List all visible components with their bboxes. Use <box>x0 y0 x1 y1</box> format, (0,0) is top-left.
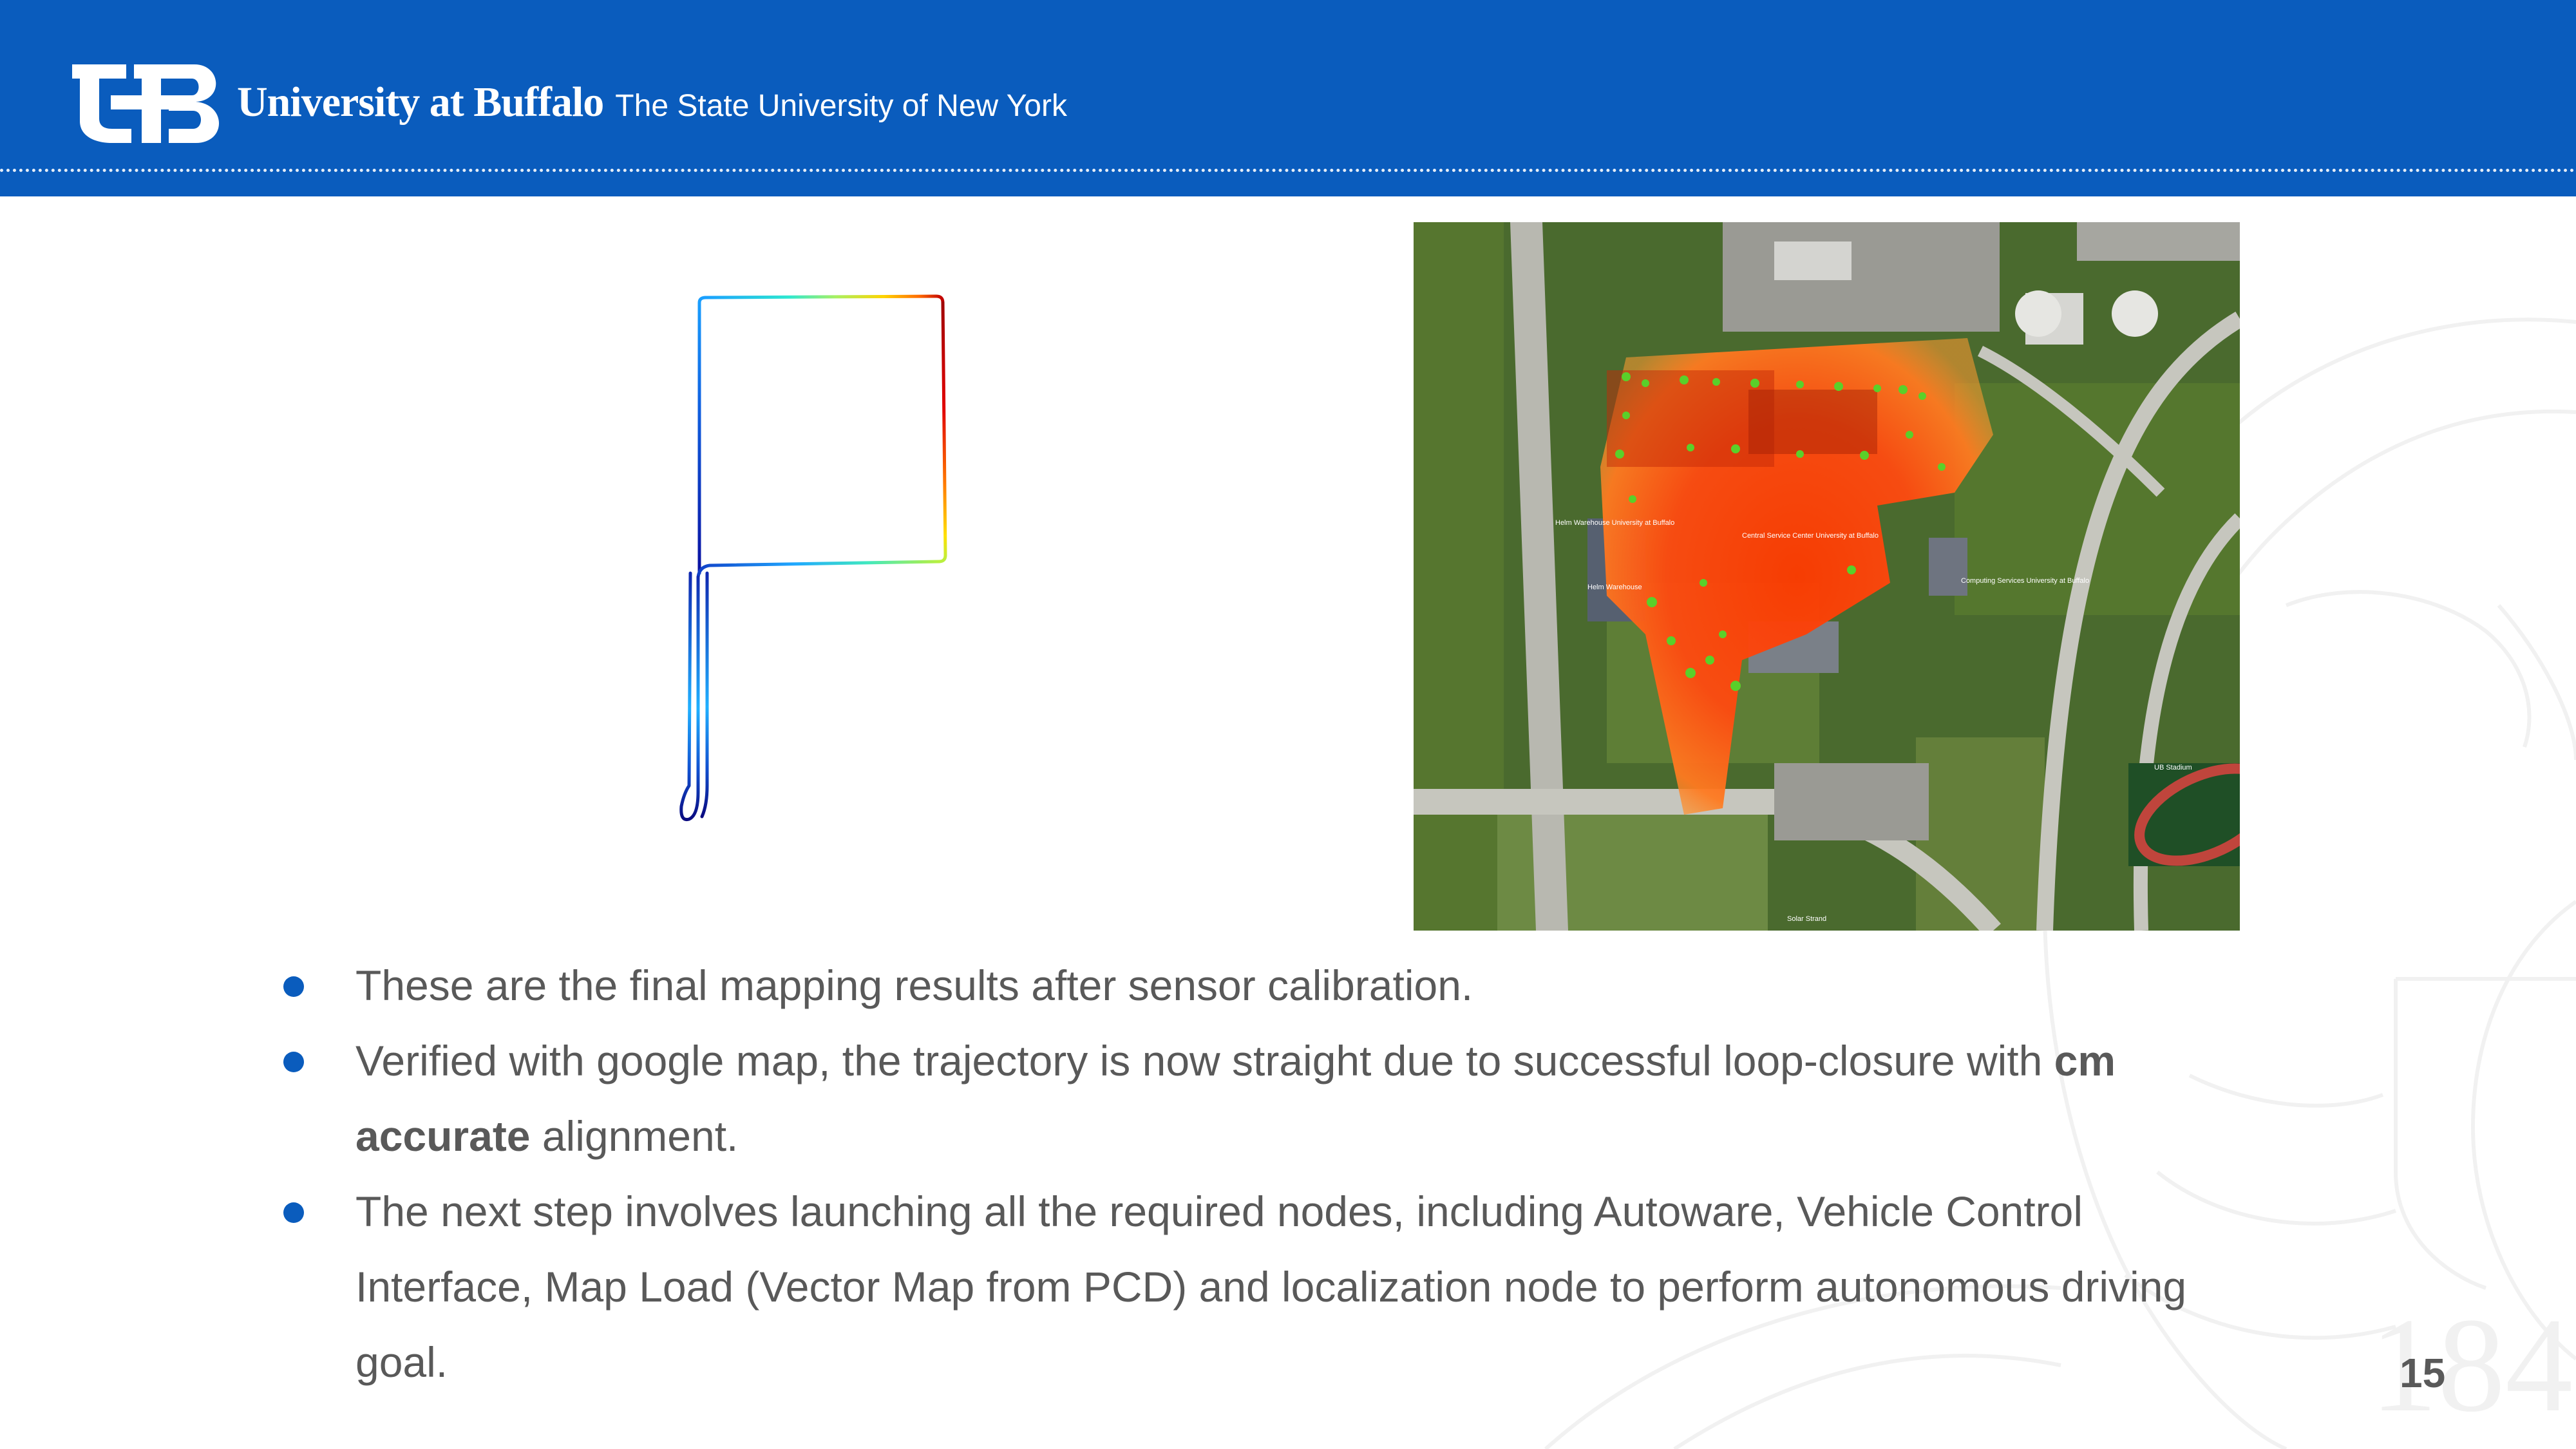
header-bar: University at Buffalo The State Universi… <box>0 0 2576 196</box>
bullet-text: Verified with google map, the trajectory… <box>355 1037 2116 1160</box>
trajectory-right <box>937 301 947 564</box>
bullet-icon <box>283 976 304 997</box>
bullet-list: These are the final mapping results afte… <box>277 948 2209 1400</box>
map-label-helm: Helm Warehouse <box>1587 583 1642 591</box>
map-label-stadium: UB Stadium <box>2154 764 2192 772</box>
map-label-computing-services: Computing Services University at Buffalo <box>1961 577 2089 585</box>
bullet-icon <box>283 1052 304 1072</box>
bullet-item: The next step involves launching all the… <box>277 1174 2209 1400</box>
university-subtitle: The State University of New York <box>615 89 1067 123</box>
map-label-solar-strand: Solar Strand <box>1787 915 1826 923</box>
bullet-text: The next step involves launching all the… <box>355 1188 2187 1386</box>
ub-logo[interactable]: University at Buffalo The State Universi… <box>72 64 1067 143</box>
university-name: University at Buffalo <box>237 79 604 126</box>
trajectory-left-upper <box>697 296 708 575</box>
header-dotted-divider <box>0 169 2576 172</box>
ub-monogram-icon <box>72 64 219 143</box>
bullet-text: These are the final mapping results afte… <box>355 961 1473 1009</box>
trajectory-tail-inner <box>700 571 709 819</box>
trajectory-top <box>704 294 945 305</box>
bullet-item: Verified with google map, the trajectory… <box>277 1023 2209 1174</box>
aerial-map-image: Helm Warehouse University at Buffalo Hel… <box>1414 222 2240 931</box>
map-label-helm-warehouse: Helm Warehouse University at Buffalo <box>1555 519 1674 527</box>
map-label-central-service: Central Service Center University at Buf… <box>1742 532 1879 540</box>
trajectory-tail <box>679 571 700 822</box>
trajectory-middle <box>696 560 941 579</box>
page-number: 15 <box>2400 1350 2446 1396</box>
bullet-icon <box>283 1202 304 1223</box>
trajectory-plot <box>679 294 947 822</box>
bullet-item: These are the final mapping results afte… <box>277 948 2209 1023</box>
